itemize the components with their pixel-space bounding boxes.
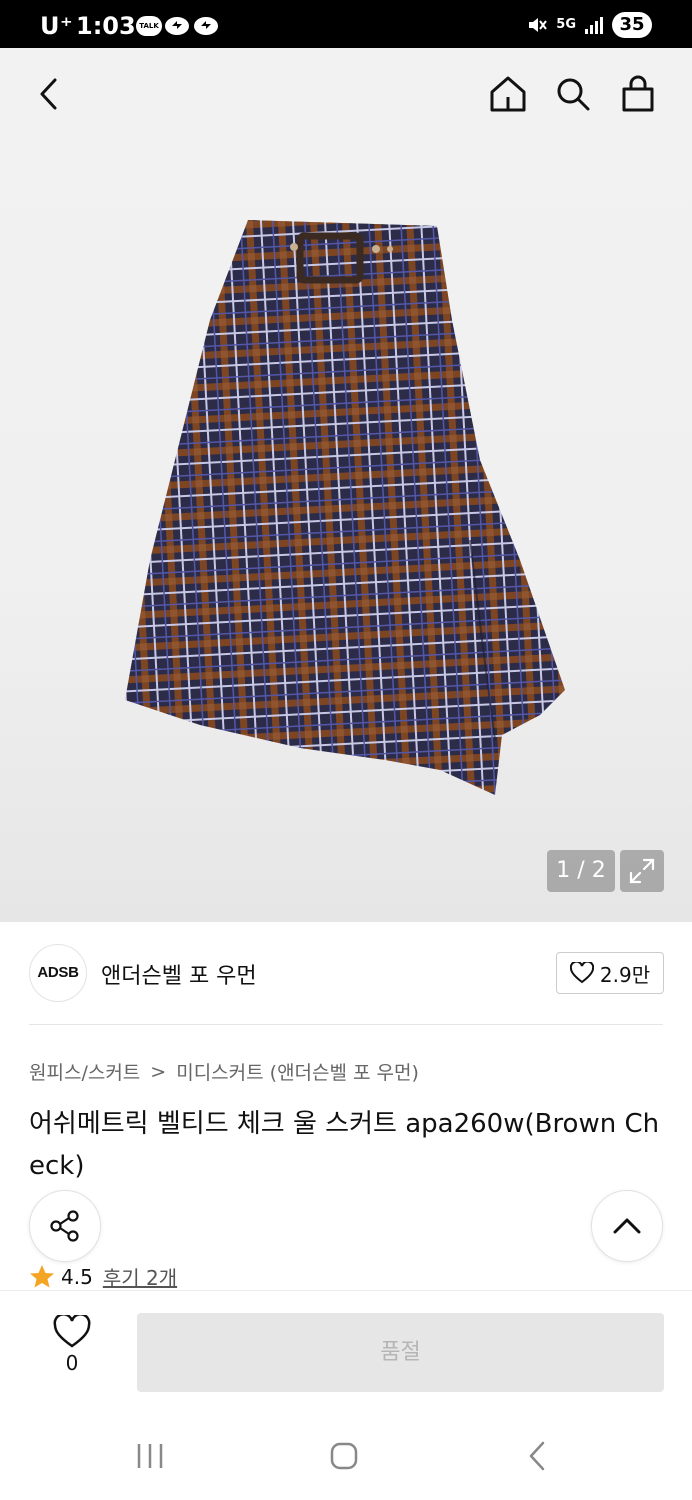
brand-like-count: 2.9만 bbox=[599, 962, 651, 987]
fullscreen-button[interactable] bbox=[620, 850, 664, 892]
home-nav-icon bbox=[330, 1442, 358, 1470]
soldout-button[interactable]: 품절 bbox=[137, 1313, 664, 1392]
search-button[interactable] bbox=[551, 72, 595, 116]
shopping-bag-icon bbox=[622, 75, 654, 112]
back-button[interactable] bbox=[28, 72, 72, 116]
wishlist-count: 0 bbox=[65, 1351, 79, 1375]
status-icons: 5G 35 bbox=[526, 12, 652, 38]
breadcrumb-category[interactable]: 원피스/스커트 bbox=[29, 1058, 140, 1085]
heart-icon bbox=[53, 1315, 91, 1348]
brand-logo[interactable]: ADSB bbox=[29, 944, 87, 1002]
talk-notification-icon: TALK bbox=[136, 16, 162, 36]
brand-like-button[interactable]: 2.9만 bbox=[556, 952, 664, 994]
breadcrumb-subcategory[interactable]: 미디스커트 (앤더슨벨 포 우먼) bbox=[176, 1058, 419, 1085]
back-nav-button[interactable] bbox=[508, 1434, 568, 1478]
battery-indicator: 35 bbox=[612, 12, 652, 38]
mute-icon bbox=[529, 18, 548, 32]
scroll-top-button[interactable] bbox=[591, 1190, 663, 1262]
recent-apps-icon bbox=[137, 1444, 163, 1468]
divider bbox=[29, 1024, 663, 1025]
back-nav-icon bbox=[529, 1441, 545, 1471]
breadcrumb-separator-icon: > bbox=[150, 1060, 167, 1083]
brand-name[interactable]: 앤더슨벨 포 우먼 bbox=[101, 958, 257, 990]
star-icon bbox=[30, 1265, 54, 1288]
bottom-action-bar: 0 품절 bbox=[0, 1290, 692, 1412]
home-button[interactable] bbox=[486, 72, 530, 116]
heart-icon bbox=[569, 962, 594, 984]
chevron-up-icon bbox=[613, 1218, 641, 1234]
share-icon bbox=[50, 1210, 79, 1242]
network-5g-icon: 5G bbox=[556, 17, 576, 32]
product-gallery[interactable]: 1 / 2 bbox=[0, 48, 692, 922]
status-bar: U⁺ 1:03 TALK 5G 35 bbox=[0, 0, 692, 48]
wishlist-button[interactable]: 0 bbox=[30, 1315, 114, 1385]
carrier-label: U⁺ bbox=[40, 12, 74, 40]
system-nav-bar bbox=[0, 1412, 692, 1500]
product-image bbox=[125, 220, 565, 795]
recent-apps-button[interactable] bbox=[120, 1434, 180, 1478]
product-title: 어쉬메트릭 벨티드 체크 울 스커트 apa260w(Brown Check) bbox=[29, 1109, 660, 1181]
home-icon bbox=[490, 76, 526, 112]
breadcrumb: 원피스/스커트 > 미디스커트 (앤더슨벨 포 우먼) bbox=[29, 1058, 419, 1085]
rating-value: 4.5 bbox=[61, 1264, 93, 1289]
cart-button[interactable] bbox=[616, 72, 660, 116]
signal-icon bbox=[585, 17, 603, 34]
message-notification-icon bbox=[165, 17, 189, 35]
expand-icon bbox=[629, 858, 655, 884]
clock: 1:03 bbox=[76, 12, 136, 40]
share-button[interactable] bbox=[29, 1190, 101, 1262]
review-count-link[interactable]: 후기 2개 bbox=[103, 1262, 177, 1291]
rating-row: 4.5 후기 2개 bbox=[29, 1262, 177, 1291]
search-icon bbox=[557, 78, 590, 111]
message-notification-icon bbox=[194, 17, 218, 35]
back-icon bbox=[40, 78, 57, 110]
gallery-pager: 1 / 2 bbox=[547, 850, 615, 892]
home-nav-button[interactable] bbox=[314, 1434, 374, 1478]
